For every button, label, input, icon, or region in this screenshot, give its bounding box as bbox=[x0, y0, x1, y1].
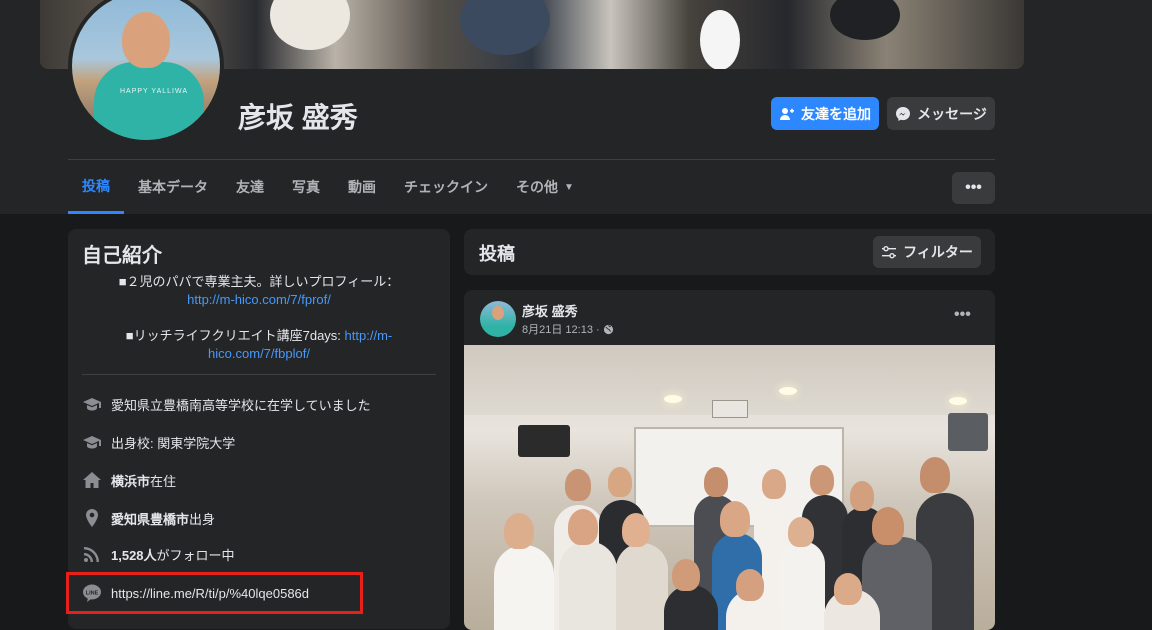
post-date[interactable]: 8月21日 12:13 · bbox=[522, 321, 600, 337]
location-pin-icon bbox=[82, 508, 102, 528]
profile-link[interactable]: http://m-hico.com/7/fprof/ bbox=[187, 292, 331, 307]
rss-icon bbox=[82, 544, 102, 564]
post-photo[interactable] bbox=[464, 345, 995, 630]
info-text: がフォロー中 bbox=[156, 547, 235, 563]
filter-sliders-icon bbox=[882, 245, 897, 259]
bio-text: ■２児のパパで専業主夫。詳しいプロフィール： bbox=[118, 274, 400, 289]
from-city[interactable]: 豊橋市 bbox=[150, 509, 189, 528]
bio-line-2: ■リッチライフクリエイト講座7days: http://m- hico.com/… bbox=[82, 327, 436, 363]
profile-name: 彦坂 盛秀 bbox=[238, 102, 358, 133]
info-text: 愛知県立豊橋南高等学校に在学していました bbox=[111, 397, 371, 413]
messenger-icon bbox=[896, 106, 911, 121]
graduation-cap-icon bbox=[82, 432, 102, 452]
info-text: 在住 bbox=[150, 473, 177, 489]
intro-title: 自己紹介 bbox=[82, 245, 162, 267]
add-friend-icon bbox=[780, 107, 794, 120]
tab-friends[interactable]: 友達 bbox=[222, 160, 278, 214]
post-author-avatar[interactable] bbox=[480, 301, 516, 337]
info-text: 出身 bbox=[189, 511, 216, 527]
tab-posts[interactable]: 投稿 bbox=[68, 160, 124, 214]
filter-button[interactable]: フィルター bbox=[873, 236, 981, 268]
post-options-button[interactable]: ••• bbox=[954, 306, 971, 324]
intro-divider bbox=[82, 374, 436, 375]
tab-label: 写真 bbox=[292, 179, 320, 195]
highlight-box bbox=[66, 572, 363, 614]
course-link-b[interactable]: hico.com/7/fbplof/ bbox=[208, 346, 310, 361]
followers-count[interactable]: 1,528人 bbox=[111, 545, 157, 564]
info-lives-in: 横浜市 在住 bbox=[82, 470, 176, 490]
tab-label: 基本データ bbox=[138, 179, 208, 195]
caret-down-icon: ▼ bbox=[564, 181, 574, 193]
bio-text: ■リッチライフクリエイト講座7days: bbox=[125, 328, 345, 343]
more-options-button[interactable]: ••• bbox=[952, 172, 995, 204]
info-from: 愛知県 豊橋市 出身 bbox=[82, 508, 215, 528]
intro-card: 自己紹介 ■２児のパパで専業主夫。詳しいプロフィール： http://m-hic… bbox=[68, 229, 450, 629]
add-friend-button[interactable]: 友達を追加 bbox=[771, 97, 879, 130]
info-text: 出身校: 関東学院大学 bbox=[111, 435, 236, 451]
lives-city[interactable]: 横浜市 bbox=[111, 471, 150, 490]
filter-label: フィルター bbox=[903, 244, 973, 260]
message-label: メッセージ bbox=[917, 105, 987, 122]
info-followers: 1,528人 がフォロー中 bbox=[82, 544, 235, 564]
course-link-a[interactable]: http://m- bbox=[345, 328, 393, 343]
tab-label: 投稿 bbox=[82, 177, 110, 194]
tab-about[interactable]: 基本データ bbox=[124, 160, 222, 214]
tab-label: 友達 bbox=[236, 179, 264, 195]
posts-header: 投稿 フィルター bbox=[464, 229, 995, 275]
message-button[interactable]: メッセージ bbox=[887, 97, 995, 130]
post-meta: 8月21日 12:13 · bbox=[522, 321, 614, 337]
home-icon bbox=[82, 470, 102, 490]
avatar-shirt-text: HAPPY YALLIWA bbox=[120, 88, 188, 95]
info-university: 出身校: 関東学院大学 bbox=[82, 432, 235, 452]
from-prefecture[interactable]: 愛知県 bbox=[111, 509, 150, 528]
tab-label: その他 bbox=[516, 179, 558, 195]
tab-checkins[interactable]: チェックイン bbox=[390, 160, 502, 214]
profile-tabs: 投稿 基本データ 友達 写真 動画 チェックイン その他 ▼ bbox=[68, 160, 588, 214]
tab-videos[interactable]: 動画 bbox=[334, 160, 390, 214]
tab-label: チェックイン bbox=[404, 179, 488, 195]
graduation-cap-icon bbox=[82, 394, 102, 414]
info-highschool: 愛知県立豊橋南高等学校に在学していました bbox=[82, 394, 371, 414]
globe-icon bbox=[603, 324, 613, 334]
tab-label: 動画 bbox=[348, 179, 376, 195]
tab-more[interactable]: その他 ▼ bbox=[502, 160, 588, 214]
add-friend-label: 友達を追加 bbox=[801, 105, 871, 122]
posts-title: 投稿 bbox=[479, 244, 515, 264]
bio-line-1: ■２児のパパで専業主夫。詳しいプロフィール： http://m-hico.com… bbox=[82, 273, 436, 309]
tab-photos[interactable]: 写真 bbox=[278, 160, 334, 214]
post-card: 彦坂 盛秀 8月21日 12:13 · ••• bbox=[464, 290, 995, 630]
profile-avatar[interactable]: HAPPY YALLIWA bbox=[68, 0, 224, 144]
post-author-name[interactable]: 彦坂 盛秀 bbox=[522, 301, 578, 320]
